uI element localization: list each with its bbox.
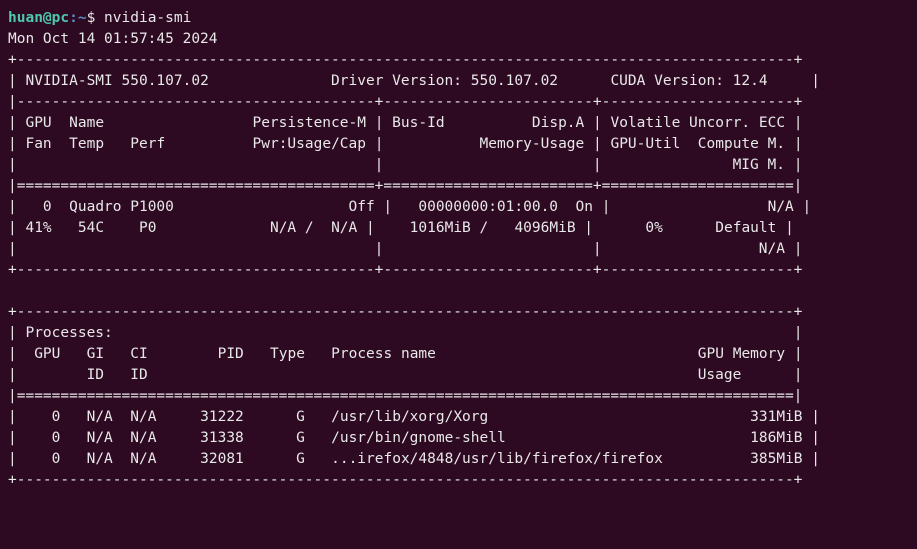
gpu-mem-used: 1016MiB: [410, 220, 471, 236]
col-perf: Perf: [130, 136, 165, 152]
smi-label: NVIDIA-SMI: [25, 73, 112, 89]
prompt-symbol: $: [87, 10, 96, 26]
gpu-index: 0: [43, 199, 52, 215]
proc-mem: 385MiB: [750, 451, 802, 467]
proc-gpu: 0: [52, 409, 61, 425]
pcol-pname: Process name: [331, 346, 436, 362]
smi-version: 550.107.02: [122, 73, 209, 89]
col-pwr: Pwr:Usage/Cap: [253, 136, 367, 152]
gpu-util: 0%: [645, 220, 662, 236]
col-gpuutil: GPU-Util: [610, 136, 680, 152]
prompt-sep: :: [69, 10, 78, 26]
col-gpu: GPU: [25, 115, 51, 131]
col-fan: Fan: [25, 136, 51, 152]
gpu-ecc: N/A: [768, 199, 794, 215]
pcol-ci-id: ID: [130, 367, 147, 383]
pcol-gi-id: ID: [87, 367, 104, 383]
pcol-gpu: GPU: [34, 346, 60, 362]
pcol-pid: PID: [218, 346, 244, 362]
col-uncorr: Uncorr. ECC: [689, 115, 785, 131]
command: nvidia-smi: [104, 10, 191, 26]
col-mig: MIG M.: [733, 157, 785, 173]
driver-version: 550.107.02: [471, 73, 558, 89]
gpu-dispa: On: [576, 199, 593, 215]
gpu-name: Quadro P1000: [69, 199, 174, 215]
processes-title: Processes:: [25, 325, 112, 341]
pcol-type: Type: [270, 346, 305, 362]
proc-gi: N/A: [87, 451, 113, 467]
proc-ci: N/A: [130, 451, 156, 467]
proc-gpu: 0: [52, 451, 61, 467]
proc-name: /usr/bin/gnome-shell: [331, 430, 506, 446]
pcol-gmem: GPU Memory: [698, 346, 785, 362]
gpu-compute: Default: [715, 220, 776, 236]
proc-name: ...irefox/4848/usr/lib/firefox/firefox: [331, 451, 663, 467]
pcol-gi: GI: [87, 346, 104, 362]
pcol-usage: Usage: [698, 367, 742, 383]
proc-gi: N/A: [87, 409, 113, 425]
proc-gpu: 0: [52, 430, 61, 446]
col-dispa: Disp.A: [532, 115, 584, 131]
gpu-fan: 41%: [25, 220, 51, 236]
proc-type: G: [296, 430, 305, 446]
gpu-busid: 00000000:01:00.0: [418, 199, 558, 215]
col-memusage: Memory-Usage: [480, 136, 585, 152]
proc-mem: 186MiB: [750, 430, 802, 446]
proc-pid: 32081: [200, 451, 244, 467]
border-top: +---------------------------------------…: [8, 52, 802, 68]
gpu-temp: 54C: [78, 220, 104, 236]
pcol-ci: CI: [130, 346, 147, 362]
proc-type: G: [296, 451, 305, 467]
proc-type: G: [296, 409, 305, 425]
proc-pid: 31338: [200, 430, 244, 446]
proc-pid: 31222: [200, 409, 244, 425]
gpu-persistence: Off: [349, 199, 375, 215]
col-name: Name: [69, 115, 104, 131]
gpu-perf: P0: [139, 220, 156, 236]
col-busid: Bus-Id: [392, 115, 444, 131]
gpu-pwr: N/A / N/A: [270, 220, 357, 236]
prompt-path: ~: [78, 10, 87, 26]
cuda-version: 12.4: [733, 73, 768, 89]
gpu-mem-total: 4096MiB: [514, 220, 575, 236]
timestamp: Mon Oct 14 01:57:45 2024: [8, 31, 218, 47]
col-volatile: Volatile: [610, 115, 680, 131]
terminal-output[interactable]: huan@pc:~$ nvidia-smi Mon Oct 14 01:57:4…: [8, 8, 909, 491]
driver-label: Driver Version:: [331, 73, 462, 89]
col-compute: Compute M.: [698, 136, 785, 152]
cuda-label: CUDA Version:: [610, 73, 724, 89]
gpu-mig: N/A: [759, 241, 785, 257]
proc-gi: N/A: [87, 430, 113, 446]
col-temp: Temp: [69, 136, 104, 152]
proc-mem: 331MiB: [750, 409, 802, 425]
proc-ci: N/A: [130, 430, 156, 446]
prompt-user: huan@pc: [8, 10, 69, 26]
proc-ci: N/A: [130, 409, 156, 425]
col-persistence: Persistence-M: [252, 115, 366, 131]
proc-name: /usr/lib/xorg/Xorg: [331, 409, 488, 425]
